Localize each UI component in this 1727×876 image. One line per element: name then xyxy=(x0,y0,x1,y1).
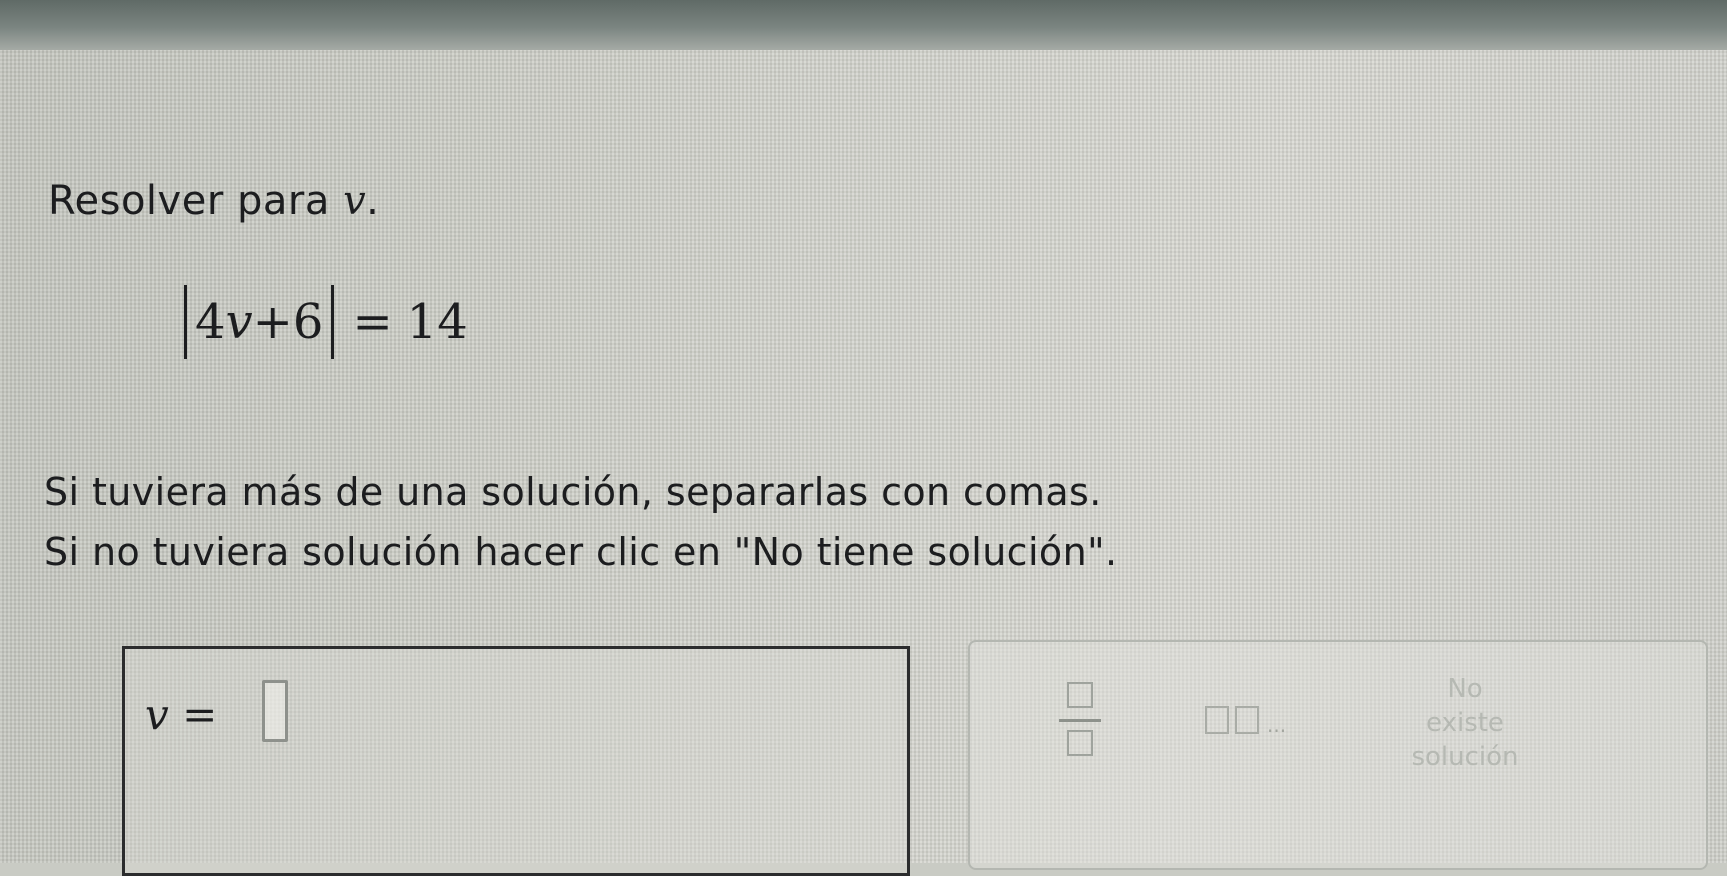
fraction-line xyxy=(1059,719,1101,722)
fraction-numerator-box xyxy=(1067,682,1093,708)
eq-var: v xyxy=(225,294,253,350)
eq-coef: 4 xyxy=(195,294,226,350)
problem-heading: Resolver para v. xyxy=(48,178,379,224)
fraction-denominator-box xyxy=(1067,730,1093,756)
equation: 4v+6 = 14 xyxy=(180,285,468,359)
list-box-icon xyxy=(1235,706,1259,734)
answer-label: v = xyxy=(145,690,218,739)
no-solution-line2: existe xyxy=(1426,708,1504,738)
fraction-button[interactable] xyxy=(1055,680,1105,760)
abs-bar-left xyxy=(184,285,187,359)
heading-variable: v xyxy=(343,178,367,224)
eq-equals: = xyxy=(352,294,393,350)
eq-const: 6 xyxy=(292,294,324,350)
list-dots: ... xyxy=(1267,713,1287,737)
list-button[interactable]: ... xyxy=(1205,700,1335,740)
no-solution-line3: solución xyxy=(1411,742,1519,772)
eq-rhs: 14 xyxy=(406,294,468,350)
list-icon xyxy=(1205,706,1229,734)
top-toolbar-band xyxy=(0,0,1727,50)
instruction-multiple-solutions: Si tuviera más de una solución, separarl… xyxy=(44,470,1102,514)
no-solution-button[interactable]: No existe solución xyxy=(1390,672,1540,782)
instruction-no-solution: Si no tuviera solución hacer clic en "No… xyxy=(44,530,1118,574)
answer-input[interactable] xyxy=(262,680,288,742)
eq-op: + xyxy=(252,294,293,350)
answer-box xyxy=(122,646,910,876)
abs-bar-right xyxy=(331,285,335,359)
abs-content: 4v+6 xyxy=(191,294,327,350)
heading-period: . xyxy=(366,178,380,224)
heading-text: Resolver para xyxy=(48,178,330,224)
no-solution-line1: No xyxy=(1447,674,1483,704)
